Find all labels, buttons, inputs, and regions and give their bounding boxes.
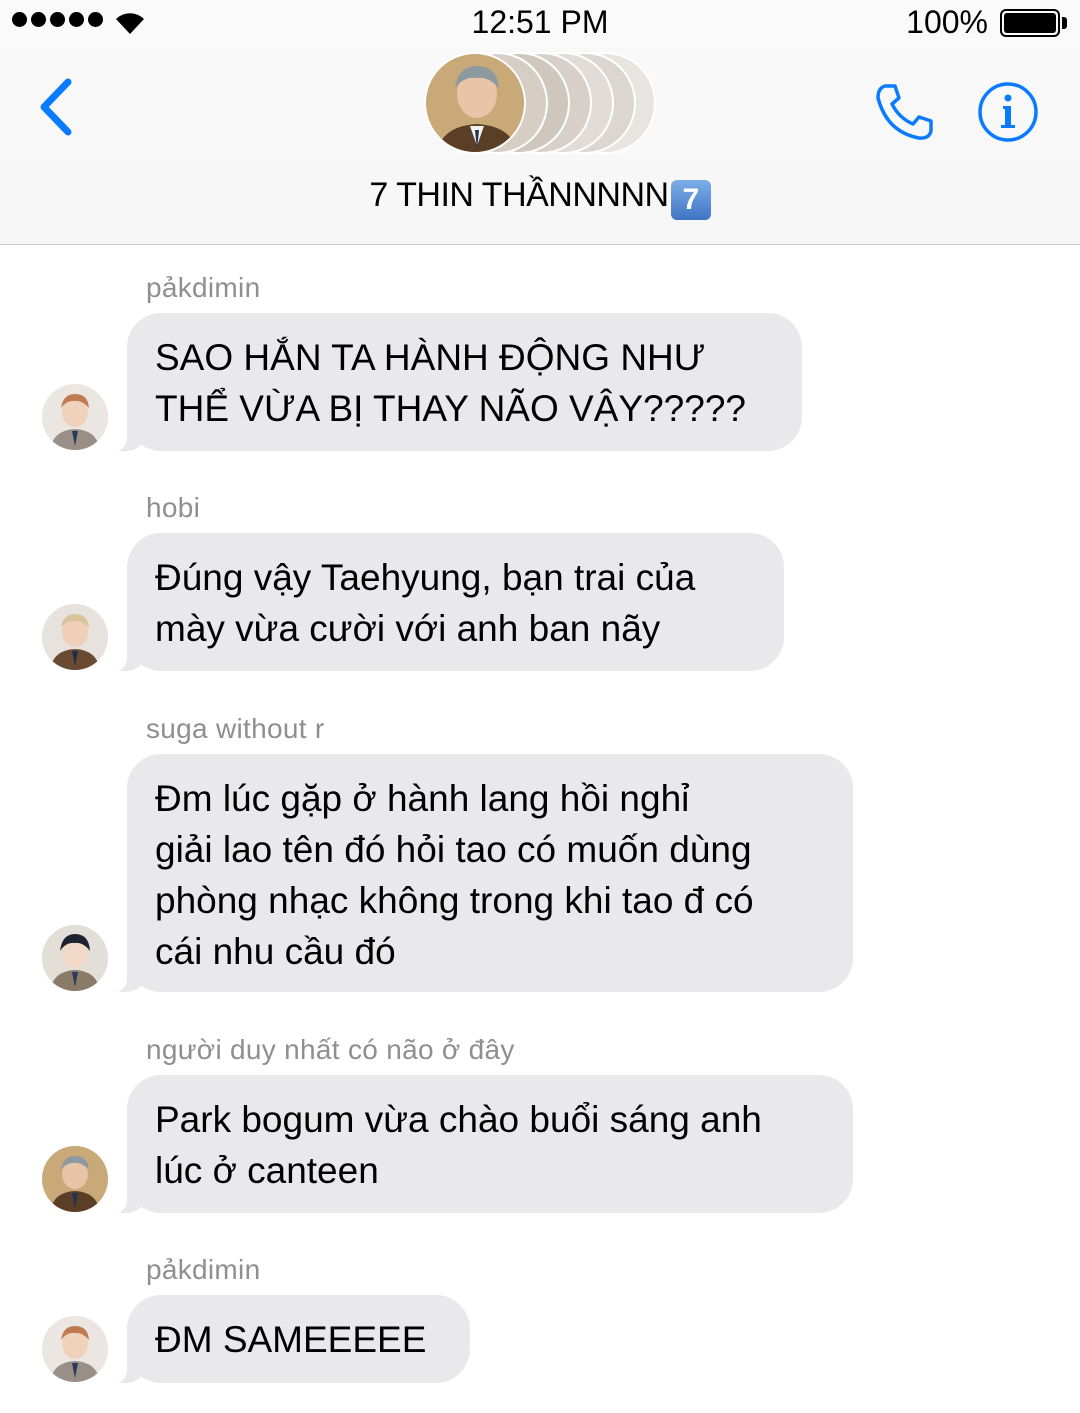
chevron-left-icon[interactable] bbox=[36, 78, 76, 136]
message-text: ĐM SAMEEEEE bbox=[155, 1319, 427, 1360]
sender-name: pảkdimin bbox=[146, 272, 261, 303]
message-bubble[interactable]: SAO HẮN TA HÀNH ĐỘNG NHƯ THỂ VỪA BỊ THAY… bbox=[107, 313, 802, 452]
sender-name: hobi bbox=[146, 492, 201, 523]
sender-name: pảkdimin bbox=[146, 1254, 261, 1285]
message-text: SAO HẮN TA HÀNH ĐỘNG NHƯ THỂ VỪA BỊ THAY… bbox=[155, 337, 746, 429]
sender-name: người duy nhất có não ở đây bbox=[146, 1034, 515, 1065]
group-title-text: 7 THIN THẦNNNNN bbox=[369, 176, 669, 214]
sender-avatar[interactable] bbox=[42, 925, 108, 991]
sender-avatar[interactable] bbox=[42, 604, 108, 670]
message-bubble[interactable]: Đúng vậy Taehyung, bạn trai của mày vừa … bbox=[107, 533, 784, 672]
message-bubble[interactable]: Đm lúc gặp ở hành lang hồi nghỉ giải lao… bbox=[107, 754, 853, 993]
sender-avatar[interactable] bbox=[42, 1146, 108, 1212]
message-bubble[interactable]: ĐM SAMEEEEE bbox=[107, 1295, 470, 1384]
battery-percentage: 100% bbox=[906, 4, 988, 40]
message-text: Đm lúc gặp ở hành lang hồi nghỉ giải lao… bbox=[155, 778, 754, 972]
status-bar: 12:51 PM 100% bbox=[0, 0, 1080, 46]
group-title[interactable]: 7 THIN THẦNNNNN 7 bbox=[0, 176, 1080, 220]
group-photo-avatar bbox=[424, 52, 526, 154]
battery-tip bbox=[1062, 17, 1067, 29]
info-icon[interactable] bbox=[977, 81, 1039, 143]
sender-avatar[interactable] bbox=[42, 1316, 108, 1382]
group-avatar-stack[interactable] bbox=[424, 52, 664, 156]
phone-icon[interactable] bbox=[873, 82, 935, 142]
battery-full-icon bbox=[1000, 9, 1060, 37]
message-bubble[interactable]: Park bogum vừa chào buổi sáng anh lúc ở … bbox=[107, 1075, 853, 1214]
message-text: Park bogum vừa chào buổi sáng anh lúc ở … bbox=[155, 1099, 762, 1191]
conversation-header: 12:51 PM 100% 7 THIN THẦNNNNN 7 bbox=[0, 0, 1080, 245]
sender-name: suga without r bbox=[146, 713, 325, 744]
keycap-seven-emoji: 7 bbox=[670, 180, 711, 220]
message-text: Đúng vậy Taehyung, bạn trai của mày vừa … bbox=[155, 557, 696, 649]
sender-avatar[interactable] bbox=[42, 384, 108, 450]
